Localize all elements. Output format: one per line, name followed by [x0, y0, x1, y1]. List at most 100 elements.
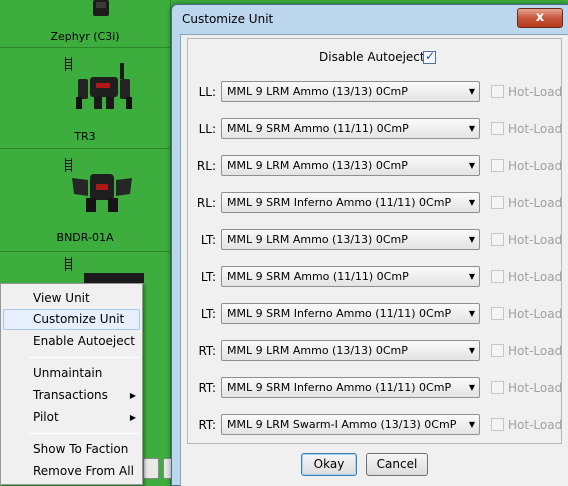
ammo-select[interactable]: MML 9 LRM Ammo (13/13) 0CmP ▼	[221, 81, 480, 102]
hot-load-checkbox[interactable]	[491, 344, 504, 357]
hot-load-label: Hot-Load	[508, 418, 563, 432]
unit-name: BNDR-01A	[56, 231, 114, 244]
ammo-select[interactable]: MML 9 LRM Ammo (13/13) 0CmP ▼	[221, 229, 480, 250]
location-label: RL:	[196, 159, 216, 173]
ammo-select[interactable]: MML 9 SRM Inferno Ammo (11/11) 0CmP ▼	[221, 192, 480, 213]
menu-item-transactions[interactable]: Transactions ▶	[3, 385, 140, 406]
context-menu: View Unit Customize Unit Enable Autoejec…	[0, 283, 143, 485]
ammo-select[interactable]: MML 9 LRM Ammo (13/13) 0CmP ▼	[221, 155, 480, 176]
menu-item-label: Unmaintain	[33, 366, 103, 380]
hot-load-checkbox[interactable]	[491, 196, 504, 209]
autoeject-checkbox[interactable]: ✓	[423, 49, 436, 64]
autoeject-row: Disable Autoeject ✓	[188, 49, 563, 66]
location-label: RL:	[196, 196, 216, 210]
ammo-row: LT: MML 9 SRM Inferno Ammo (11/11) 0CmP ▼ H…	[188, 303, 563, 325]
chevron-down-icon: ▼	[468, 346, 475, 355]
unit-cell[interactable]: BNDR-01A	[0, 150, 170, 252]
hot-load-checkbox[interactable]	[491, 307, 504, 320]
mech-image	[93, 0, 109, 16]
menu-item-enable-autoeject[interactable]: Enable Autoeject	[3, 331, 140, 352]
ammo-select[interactable]: MML 9 SRM Ammo (11/11) 0CmP ▼	[221, 266, 480, 287]
location-label: LT:	[200, 307, 216, 321]
ammo-select-value: MML 9 LRM Ammo (13/13) 0CmP	[227, 159, 408, 172]
location-label: LT:	[200, 233, 216, 247]
okay-button[interactable]: Okay	[301, 453, 357, 476]
unit-cell[interactable]: Zephyr (C3i)	[0, 0, 170, 48]
mech-image	[76, 63, 132, 109]
ammo-select[interactable]: MML 9 LRM Ammo (13/13) 0CmP ▼	[221, 340, 480, 361]
chevron-down-icon: ▼	[468, 235, 475, 244]
chevron-down-icon: ▼	[468, 420, 475, 429]
close-button[interactable]: x	[517, 8, 563, 28]
ammo-select[interactable]: MML 9 SRM Ammo (11/11) 0CmP ▼	[221, 118, 480, 139]
hot-load-checkbox[interactable]	[491, 233, 504, 246]
ammo-row: RT: MML 9 LRM Swarm-I Ammo (13/13) 0CmP ▼ H…	[188, 414, 563, 436]
menu-item-label: Show To Faction	[33, 442, 129, 456]
ammo-select[interactable]: MML 9 SRM Inferno Ammo (11/11) 0CmP ▼	[221, 303, 480, 324]
ammo-select[interactable]: MML 9 SRM Inferno Ammo (11/11) 0CmP ▼	[221, 377, 480, 398]
ammo-row: RT: MML 9 SRM Inferno Ammo (11/11) 0CmP ▼ H…	[188, 377, 563, 399]
hot-load-checkbox[interactable]	[491, 122, 504, 135]
ammo-select-value: MML 9 LRM Ammo (13/13) 0CmP	[227, 85, 408, 98]
menu-item-show-to-faction[interactable]: Show To Faction	[3, 439, 140, 460]
menu-item-unmaintain[interactable]: Unmaintain	[3, 363, 140, 384]
ammo-select-value: MML 9 SRM Inferno Ammo (11/11) 0CmP	[227, 196, 452, 209]
menu-item-label: Enable Autoeject	[33, 334, 135, 348]
ladder-icon	[65, 257, 72, 271]
ammo-row: LL: MML 9 LRM Ammo (13/13) 0CmP ▼ Hot-Load	[188, 81, 563, 103]
dialog-title: Customize Unit	[182, 12, 274, 26]
menu-item-view-unit[interactable]: View Unit	[3, 288, 140, 309]
ladder-icon	[65, 57, 72, 71]
ammo-row: LT: MML 9 LRM Ammo (13/13) 0CmP ▼ Hot-Load	[188, 229, 563, 251]
hot-load-label: Hot-Load	[508, 122, 563, 136]
menu-separator	[29, 357, 139, 358]
chevron-down-icon: ▼	[468, 383, 475, 392]
menu-item-pilot[interactable]: Pilot ▶	[3, 407, 140, 428]
ammo-select-value: MML 9 SRM Inferno Ammo (11/11) 0CmP	[227, 307, 452, 320]
submenu-arrow-icon: ▶	[129, 391, 136, 400]
ammo-select-value: MML 9 SRM Ammo (11/11) 0CmP	[227, 270, 409, 283]
chevron-down-icon: ▼	[468, 124, 475, 133]
menu-separator	[29, 433, 139, 434]
ammo-select-value: MML 9 SRM Inferno Ammo (11/11) 0CmP	[227, 381, 452, 394]
close-icon: x	[535, 10, 545, 25]
ammo-select[interactable]: MML 9 LRM Swarm-I Ammo (13/13) 0CmP ▼	[221, 414, 480, 435]
hot-load-checkbox[interactable]	[491, 270, 504, 283]
checkmark-icon: ✓	[425, 49, 436, 63]
submenu-arrow-icon: ▶	[129, 413, 136, 422]
location-label: RT:	[198, 344, 216, 358]
ammo-row: LL: MML 9 SRM Ammo (11/11) 0CmP ▼ Hot-Load	[188, 118, 563, 140]
hot-load-checkbox[interactable]	[491, 159, 504, 172]
content-panel: Disable Autoeject ✓ LL: MML 9 LRM Ammo (1…	[180, 34, 568, 486]
location-label: LL:	[198, 85, 216, 99]
menu-item-customize-unit[interactable]: Customize Unit	[3, 309, 140, 330]
chevron-down-icon: ▼	[468, 198, 475, 207]
location-label: LT:	[200, 270, 216, 284]
menu-item-label: Pilot	[33, 410, 59, 424]
cancel-button[interactable]: Cancel	[366, 453, 428, 476]
unit-cell[interactable]: TR3	[0, 49, 170, 149]
menu-item-remove-from-all[interactable]: Remove From All	[3, 461, 140, 482]
hot-load-label: Hot-Load	[508, 196, 563, 210]
hot-load-label: Hot-Load	[508, 344, 563, 358]
customize-unit-dialog: Customize Unit x Disable Autoeject ✓ LL:…	[171, 4, 568, 486]
mech-image	[84, 273, 144, 283]
hot-load-checkbox[interactable]	[491, 418, 504, 431]
hot-load-label: Hot-Load	[508, 85, 563, 99]
menu-item-label: Transactions	[33, 388, 108, 402]
ammo-select-value: MML 9 SRM Ammo (11/11) 0CmP	[227, 122, 409, 135]
menu-item-label: Customize Unit	[33, 312, 125, 326]
location-label: LL:	[198, 122, 216, 136]
ammo-select-value: MML 9 LRM Ammo (13/13) 0CmP	[227, 233, 408, 246]
unit-name: Zephyr (C3i)	[50, 30, 120, 43]
hot-load-checkbox[interactable]	[491, 381, 504, 394]
hot-load-label: Hot-Load	[508, 270, 563, 284]
chevron-down-icon: ▼	[468, 87, 475, 96]
ammo-panel: Disable Autoeject ✓ LL: MML 9 LRM Ammo (1…	[187, 38, 562, 444]
title-bar[interactable]: Customize Unit x	[172, 5, 568, 31]
chevron-down-icon: ▼	[468, 309, 475, 318]
chevron-down-icon: ▼	[468, 161, 475, 170]
chevron-down-icon: ▼	[468, 272, 475, 281]
hot-load-label: Hot-Load	[508, 307, 563, 321]
hot-load-checkbox[interactable]	[491, 85, 504, 98]
